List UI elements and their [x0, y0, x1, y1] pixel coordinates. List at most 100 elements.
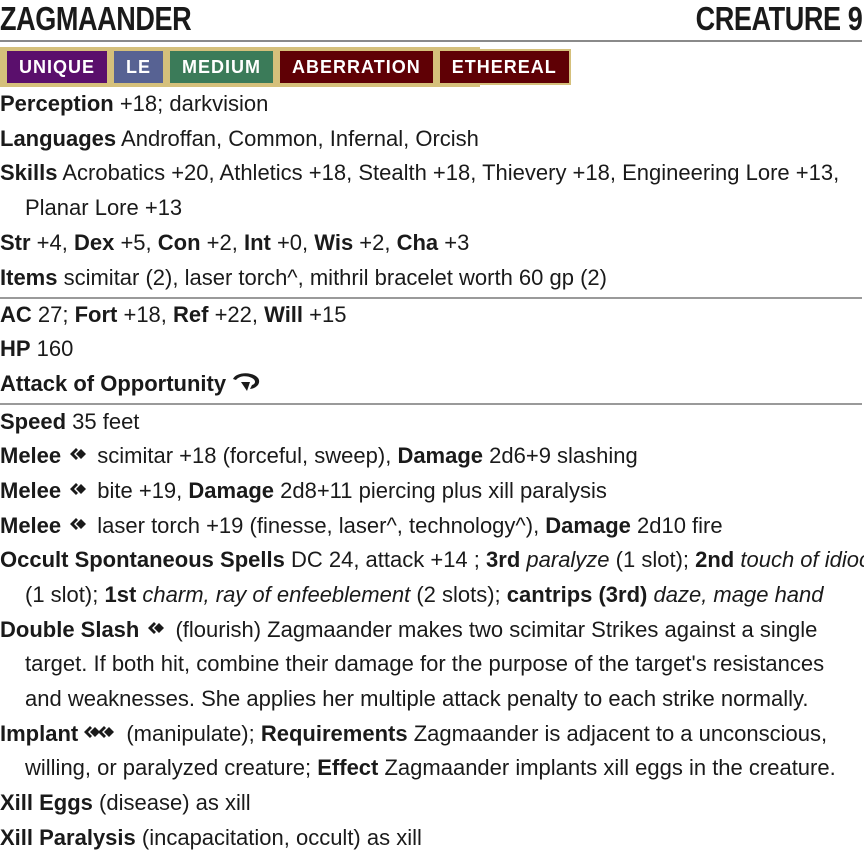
double-slash-cont-1: target. If both hit, combine their damag… — [0, 647, 862, 682]
hp-value: 160 — [30, 336, 74, 361]
rank3-label: 3rd — [486, 547, 521, 572]
rank1-spells: charm, ray of enfeeblement — [142, 582, 411, 607]
str-value: +4, — [30, 230, 74, 255]
speed-value: 35 feet — [66, 409, 140, 434]
cantrips-spells: daze, mage hand — [653, 582, 824, 607]
will-label: Will — [264, 302, 304, 327]
will-value: +15 — [303, 302, 347, 327]
con-value: +2, — [200, 230, 244, 255]
skills-value-cont: Planar Lore +13 — [25, 195, 183, 220]
reaction-icon — [230, 368, 262, 403]
hp-line: HP 160 — [0, 332, 862, 367]
rank1-label: 1st — [104, 582, 137, 607]
implant-line-cont: willing, or paralyzed creature; Effect Z… — [0, 751, 862, 786]
effect-label: Effect — [317, 755, 379, 780]
speed-line: Speed 35 feet — [0, 405, 862, 440]
title-row: ZAGMAANDER CREATURE 9 — [0, 0, 862, 38]
stat-block: ZAGMAANDER CREATURE 9 UNIQUE LE MEDIUM A… — [0, 0, 864, 856]
requirements-label: Requirements — [260, 721, 408, 746]
reaction-label: Attack of Opportunity — [0, 371, 227, 396]
perception-value: +18; darkvision — [113, 91, 269, 116]
xill-eggs-line: Xill Eggs (disease) as xill — [0, 786, 862, 821]
trait-ethereal: ETHEREAL — [437, 49, 571, 85]
double-slash-line: Double Slash (flourish) Zagmaander makes… — [0, 613, 862, 649]
xill-paralysis-label: Xill Paralysis — [0, 825, 136, 850]
xill-eggs-label: Xill Eggs — [0, 790, 93, 815]
title-divider — [0, 40, 862, 42]
trait-type: ABERRATION — [278, 49, 435, 85]
ac-value: 27; — [31, 302, 75, 327]
wis-value: +2, — [353, 230, 397, 255]
skills-line-cont: Planar Lore +13 — [0, 191, 862, 226]
rank2-spells: touch of idiocy — [740, 547, 864, 572]
reaction-line: Attack of Opportunity — [0, 367, 862, 403]
ac-label: AC — [0, 302, 32, 327]
implant-label: Implant — [0, 721, 79, 746]
strike-bite: Melee bite +19, Damage 2d8+11 piercing p… — [0, 474, 862, 510]
speed-label: Speed — [0, 409, 67, 434]
damage-label: Damage — [188, 478, 274, 503]
xill-eggs-value: (disease) as xill — [92, 790, 251, 815]
implant-traits: (manipulate); — [120, 721, 261, 746]
implant-cont-text: willing, or paralyzed creature; — [25, 755, 318, 780]
languages-line: Languages Androffan, Common, Infernal, O… — [0, 122, 862, 157]
damage-value: 2d10 fire — [630, 513, 723, 538]
int-label: Int — [243, 230, 271, 255]
cha-value: +3 — [438, 230, 470, 255]
perception-label: Perception — [0, 91, 114, 116]
double-slash-cont-2: and weaknesses. She applies her multiple… — [0, 682, 862, 717]
strike-label: Melee — [0, 443, 62, 468]
wis-label: Wis — [314, 230, 354, 255]
one-action-icon — [65, 440, 87, 475]
items-value: scimitar (2), laser torch^, mithril brac… — [57, 265, 607, 290]
ref-value: +22, — [208, 302, 265, 327]
defense-line: AC 27; Fort +18, Ref +22, Will +15 — [0, 298, 862, 333]
perception-line: Perception +18; darkvision — [0, 87, 862, 122]
spells-line-cont: (1 slot); 1st charm, ray of enfeeblement… — [0, 578, 862, 613]
hp-label: HP — [0, 336, 31, 361]
languages-value: Androffan, Common, Infernal, Orcish — [116, 126, 479, 151]
strike-scimitar: Melee scimitar +18 (forceful, sweep), Da… — [0, 439, 862, 475]
damage-label: Damage — [397, 443, 484, 468]
dex-value: +5, — [114, 230, 158, 255]
strike-label: Melee — [0, 478, 62, 503]
trait-unique: UNIQUE — [5, 49, 110, 85]
skills-label: Skills — [0, 160, 58, 185]
cha-label: Cha — [396, 230, 439, 255]
double-slash-text: and weaknesses. She applies her multiple… — [25, 686, 809, 711]
spells-dc: DC 24, attack +14 ; — [284, 547, 487, 572]
con-label: Con — [157, 230, 201, 255]
skills-line: Skills Acrobatics +20, Athletics +18, St… — [0, 156, 862, 191]
double-slash-text: (flourish) Zagmaander makes two scimitar… — [169, 617, 818, 642]
spells-line: Occult Spontaneous Spells DC 24, attack … — [0, 543, 864, 578]
items-label: Items — [0, 265, 58, 290]
ability-scores-line: Str +4, Dex +5, Con +2, Int +0, Wis +2, … — [0, 226, 862, 261]
strike-text: laser torch +19 (finesse, laser^, techno… — [91, 513, 546, 538]
rank2-label: 2nd — [695, 547, 735, 572]
damage-value: 2d8+11 piercing plus xill paralysis — [274, 478, 607, 503]
ref-label: Ref — [173, 302, 209, 327]
cantrips-label: cantrips (3rd) — [506, 582, 648, 607]
damage-label: Damage — [545, 513, 631, 538]
creature-name: ZAGMAANDER — [0, 0, 192, 37]
effect-value: Zagmaander implants xill eggs in the cre… — [378, 755, 836, 780]
damage-value: 2d6+9 slashing — [483, 443, 638, 468]
fort-label: Fort — [74, 302, 118, 327]
strike-text: scimitar +18 (forceful, sweep), — [91, 443, 398, 468]
fort-value: +18, — [117, 302, 174, 327]
int-value: +0, — [270, 230, 315, 255]
one-action-icon — [65, 475, 87, 510]
implant-line: Implant (manipulate); Requirements Zagma… — [0, 717, 862, 753]
double-slash-label: Double Slash — [0, 617, 140, 642]
str-label: Str — [0, 230, 31, 255]
double-slash-text: target. If both hit, combine their damag… — [25, 651, 825, 676]
trait-bar: UNIQUE LE MEDIUM ABERRATION ETHEREAL — [0, 47, 571, 87]
rank1-slots: (2 slots); — [410, 582, 507, 607]
rank3-slots: (1 slot); — [609, 547, 696, 572]
one-action-icon — [65, 510, 87, 545]
trait-alignment: LE — [112, 49, 166, 85]
skills-value: Acrobatics +20, Athletics +18, Stealth +… — [57, 160, 840, 185]
xill-paralysis-value: (incapacitation, occult) as xill — [135, 825, 422, 850]
creature-level: CREATURE 9 — [695, 0, 862, 37]
trait-size: MEDIUM — [168, 49, 276, 85]
